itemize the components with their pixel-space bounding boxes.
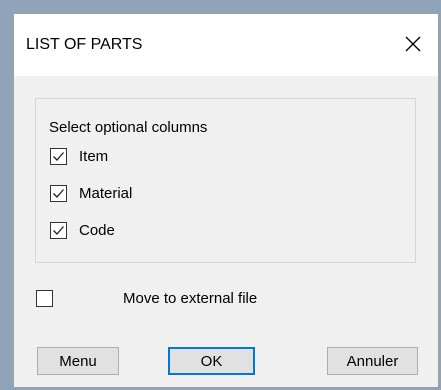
menu-button[interactable]: Menu bbox=[37, 347, 119, 375]
external-file-checkbox[interactable] bbox=[36, 290, 53, 307]
material-checkbox-label[interactable]: Material bbox=[79, 185, 132, 202]
title-bar: LIST OF PARTS bbox=[14, 14, 438, 76]
optional-columns-group: Select optional columns Item Material Co… bbox=[35, 98, 416, 263]
optional-columns-caption: Select optional columns bbox=[49, 119, 208, 136]
code-checkbox[interactable] bbox=[50, 222, 67, 239]
item-checkbox[interactable] bbox=[50, 148, 67, 165]
item-checkbox-label[interactable]: Item bbox=[79, 148, 108, 165]
external-file-label[interactable]: Move to external file bbox=[123, 290, 257, 307]
ok-button[interactable]: OK bbox=[168, 347, 255, 375]
list-of-parts-dialog: LIST OF PARTS Select optional columns It… bbox=[13, 13, 439, 388]
close-icon bbox=[405, 36, 421, 52]
material-checkbox[interactable] bbox=[50, 185, 67, 202]
checkmark-icon bbox=[53, 189, 64, 198]
dialog-title: LIST OF PARTS bbox=[26, 36, 143, 53]
code-checkbox-label[interactable]: Code bbox=[79, 222, 115, 239]
checkmark-icon bbox=[53, 152, 64, 161]
close-button[interactable] bbox=[396, 27, 430, 61]
cancel-button[interactable]: Annuler bbox=[327, 347, 418, 375]
checkmark-icon bbox=[53, 226, 64, 235]
